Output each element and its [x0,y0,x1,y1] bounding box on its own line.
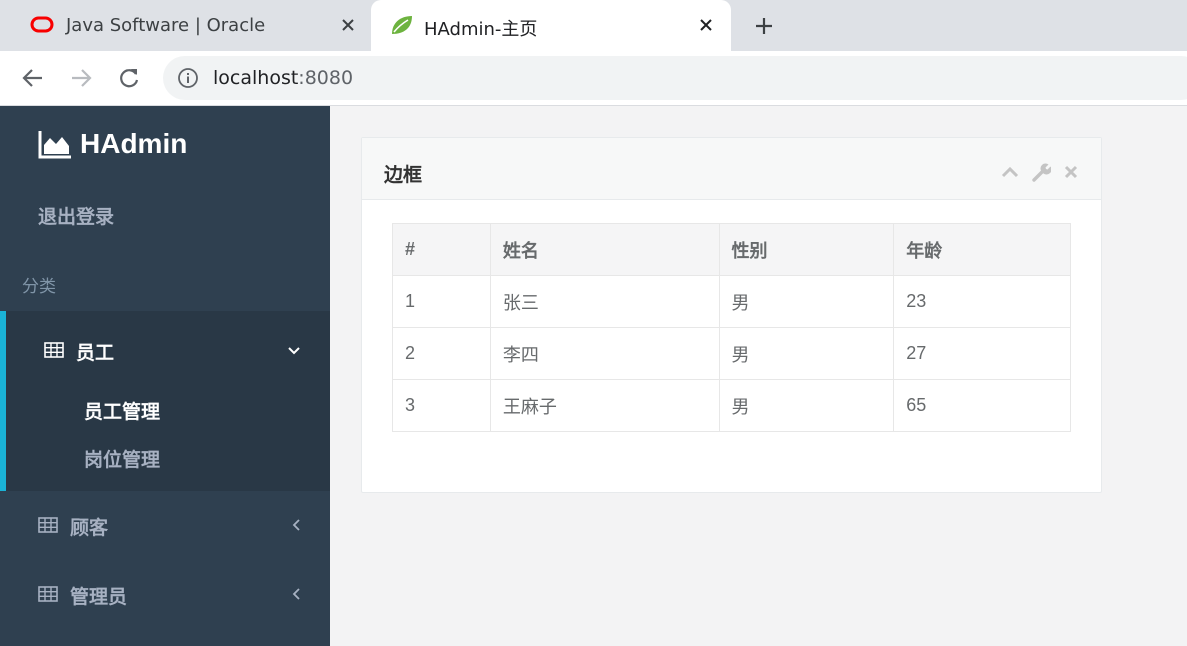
tab-title: HAdmin-主页 [424,19,538,40]
table-header-row: # 姓名 性别 年龄 [392,223,1071,276]
info-icon[interactable] [177,67,199,89]
url-host: localhost [213,67,299,89]
column-header: 性别 [718,223,895,276]
table-icon [38,517,58,533]
sidebar-item-label: 员工 [76,342,115,364]
sidebar-group-employee: 员工 员工管理 岗位管理 [0,311,330,491]
wrench-icon[interactable] [1030,161,1052,183]
panel-box: 边框 # 姓名 性别 年龄 1 张三 男 23 2 李四 男 27 3 王麻子 … [361,137,1102,493]
table-cell: 男 [718,327,895,380]
reload-icon[interactable] [115,64,143,92]
panel-title: 边框 [384,164,423,186]
forward-arrow-icon[interactable] [67,64,95,92]
tab-hadmin[interactable]: HAdmin-主页 [371,0,731,51]
panel-header: 边框 [362,138,1101,200]
employee-table: # 姓名 性别 年龄 1 张三 男 23 2 李四 男 27 3 王麻子 男 6… [392,223,1071,432]
spring-leaf-icon [389,13,415,37]
sidebar-item-label: 管理员 [70,586,128,608]
table-icon [38,586,58,602]
url-port: :8080 [298,67,354,89]
table-cell: 1 [392,275,491,328]
table-row: 1 张三 男 23 [392,275,1071,328]
nav-section-label: 分类 [22,277,56,297]
table-cell: 王麻子 [489,379,720,432]
chevron-up-icon[interactable] [999,161,1021,183]
table-cell: 男 [718,275,895,328]
table-cell: 23 [893,275,1071,328]
column-header: 年龄 [893,223,1071,276]
browser-tab-strip: Java Software | Oracle HAdmin-主页 [0,0,1187,51]
close-tab-icon[interactable] [695,14,717,36]
table-cell: 27 [893,327,1071,380]
tab-title: Java Software | Oracle [66,15,266,36]
table-cell: 3 [392,379,491,432]
sidebar-item-employee[interactable]: 员工 [6,323,336,377]
table-cell: 2 [392,327,491,380]
logout-link[interactable]: 退出登录 [38,202,114,229]
address-bar[interactable]: localhost:8080 [163,56,1187,100]
area-chart-icon [38,129,72,159]
tab-oracle[interactable]: Java Software | Oracle [0,0,371,51]
table-cell: 李四 [489,327,720,380]
close-icon[interactable] [1060,161,1082,183]
sidebar-subitem-position-management[interactable]: 岗位管理 [84,445,160,472]
chevron-down-icon [286,343,302,359]
sidebar-item-customer[interactable]: 顾客 [0,498,330,552]
sidebar-subitem-employee-management[interactable]: 员工管理 [84,397,160,424]
chevron-left-icon [289,586,305,602]
browser-toolbar: localhost:8080 [0,51,1187,106]
table-cell: 张三 [489,275,720,328]
back-arrow-icon[interactable] [19,64,47,92]
table-row: 2 李四 男 27 [392,327,1071,380]
url-text: localhost:8080 [213,67,353,89]
brand-name: HAdmin [80,128,188,159]
oracle-logo-icon [30,15,54,35]
table-icon [44,342,64,358]
sidebar: HAdmin 退出登录 分类 员工 员工管理 岗位管理 顾客 管理员 [0,106,330,646]
sidebar-item-label: 顾客 [70,517,109,539]
column-header: # [392,223,491,276]
brand[interactable]: HAdmin [38,128,187,160]
chevron-left-icon [289,517,305,533]
table-cell: 65 [893,379,1071,432]
main-content: 边框 # 姓名 性别 年龄 1 张三 男 23 2 李四 男 27 3 王麻子 … [330,106,1187,646]
close-tab-icon[interactable] [337,14,359,36]
table-cell: 男 [718,379,895,432]
sidebar-item-admin[interactable]: 管理员 [0,567,330,621]
column-header: 姓名 [489,223,720,276]
new-tab-plus-icon[interactable] [750,12,778,40]
table-row: 3 王麻子 男 65 [392,379,1071,432]
